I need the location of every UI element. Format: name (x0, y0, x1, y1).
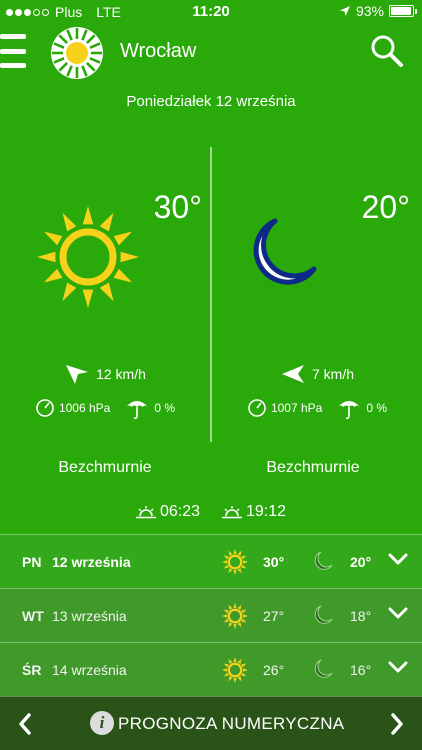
forecast-day: PN (22, 554, 42, 570)
sunrise-time: 06:23 (159, 503, 200, 520)
sunset-icon (222, 506, 242, 519)
forecast-day: ŚR (22, 662, 42, 678)
night-wind: 7 km/h (212, 363, 422, 385)
menu-icon[interactable] (0, 34, 26, 68)
moon-icon (314, 551, 333, 570)
sunrise: 06:23 (135, 503, 200, 521)
day-precip: 0 % (154, 401, 176, 415)
pressure-gauge-icon (36, 399, 54, 417)
forecast-list: PN 12 września 30° 20° WT 13 września 27… (0, 534, 422, 696)
sun-icon (222, 657, 248, 683)
forecast-date: 13 września (52, 608, 127, 624)
chevron-down-icon[interactable] (388, 606, 408, 620)
day-description: Bezchmurnie (58, 459, 152, 476)
moon-icon (314, 605, 333, 624)
current-date: Poniedziałek 12 września (126, 93, 296, 110)
status-right: 93% (339, 3, 417, 19)
forecast-max-temp: 26° (263, 662, 285, 678)
night-panel: 20° 7 km/h 1007 hPa 0 % (212, 147, 422, 447)
search-icon[interactable] (370, 34, 404, 68)
app-logo-icon[interactable] (50, 26, 104, 80)
chevron-left-icon[interactable] (18, 712, 32, 736)
day-panel: 30° 12 km/h 1006 hPa 0 % (0, 147, 210, 447)
chevron-right-icon[interactable] (390, 712, 404, 736)
day-temperature: 30° (153, 189, 202, 225)
day-wind: 12 km/h (0, 363, 210, 385)
sunrise-icon (135, 506, 156, 519)
chevron-down-icon[interactable] (388, 552, 408, 566)
umbrella-icon (338, 401, 361, 420)
app-header: Wrocław (0, 24, 422, 80)
sun-times: 06:23 19:12 (0, 503, 422, 521)
night-meta: 1007 hPa 0 % (212, 395, 422, 421)
sun-icon (222, 549, 248, 575)
forecast-min-temp: 20° (350, 554, 372, 570)
pressure-gauge-icon (248, 399, 266, 417)
forecast-max-temp: 27° (263, 608, 285, 624)
sun-icon (222, 603, 248, 629)
chevron-down-icon[interactable] (388, 660, 408, 674)
wind-direction-icon (66, 365, 89, 384)
location-arrow-icon (339, 6, 350, 16)
forecast-day: WT (22, 608, 44, 624)
status-bar: Plus LTE 11:20 93% (0, 0, 422, 24)
night-temperature: 20° (361, 189, 410, 225)
bottom-bar: i PROGNOZA NUMERYCZNA (0, 696, 422, 750)
forecast-row[interactable]: PN 12 września 30° 20° (0, 534, 422, 588)
battery-icon (389, 5, 417, 17)
night-pressure: 1007 hPa (270, 401, 323, 415)
sunset: 19:12 (222, 503, 286, 521)
umbrella-icon (126, 401, 149, 420)
info-icon[interactable]: i (90, 711, 114, 735)
night-precip: 0 % (366, 401, 388, 415)
moon-icon (253, 218, 317, 285)
forecast-date: 12 września (52, 554, 131, 570)
forecast-max-temp: 30° (263, 554, 285, 570)
day-wind-speed: 12 km/h (96, 366, 146, 382)
forecast-min-temp: 16° (350, 662, 372, 678)
moon-icon (314, 659, 333, 678)
forecast-date: 14 września (52, 662, 127, 678)
battery-percent: 93% (355, 3, 384, 19)
sun-icon (37, 206, 139, 308)
night-wind-speed: 7 km/h (311, 366, 354, 382)
forecast-row[interactable]: WT 13 września 27° 18° (0, 588, 422, 642)
forecast-min-temp: 18° (350, 608, 372, 624)
forecast-row[interactable]: ŚR 14 września 26° 16° (0, 642, 422, 696)
sunset-time: 19:12 (246, 503, 287, 520)
night-description: Bezchmurnie (266, 459, 360, 476)
wind-direction-icon (281, 365, 304, 383)
city-name[interactable]: Wrocław (120, 40, 196, 63)
day-meta: 1006 hPa 0 % (0, 395, 210, 421)
numeric-forecast-link[interactable]: PROGNOZA NUMERYCZNA (118, 714, 344, 734)
day-pressure: 1006 hPa (58, 401, 111, 415)
